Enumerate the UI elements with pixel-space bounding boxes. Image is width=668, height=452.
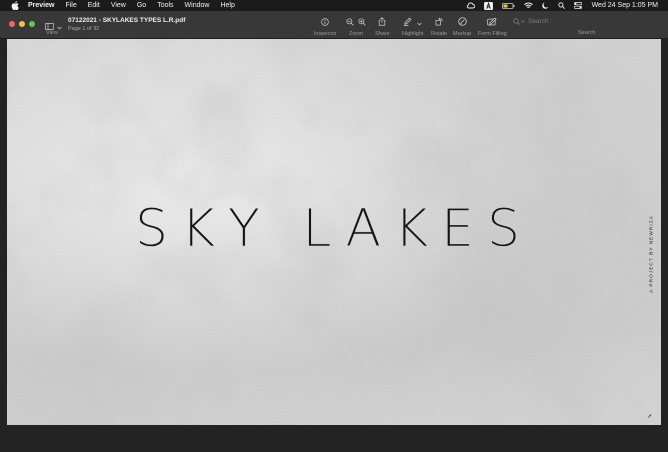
- share-label: Share: [375, 31, 390, 37]
- control-center-icon[interactable]: [573, 2, 582, 9]
- zoom-in-icon[interactable]: [358, 13, 366, 31]
- status-area: Wed 24 Sep 1:05 PM: [457, 0, 668, 11]
- page-indicator: Page 1 of 32: [68, 26, 100, 32]
- battery-icon[interactable]: [501, 2, 515, 9]
- rotate-icon: [435, 16, 443, 27]
- rotate-button[interactable]: Rotate: [431, 16, 447, 37]
- zoom-label: Zoom: [348, 31, 364, 37]
- markup-label: Markup: [453, 31, 472, 37]
- inspector-button[interactable]: Inspector: [314, 16, 337, 37]
- info-icon: [321, 16, 330, 27]
- zoom-out-icon[interactable]: [346, 13, 354, 31]
- focus-moon-icon[interactable]: [541, 2, 549, 9]
- inspector-label: Inspector: [314, 31, 337, 37]
- minimize-window-button[interactable]: [19, 21, 25, 27]
- search-input[interactable]: [525, 18, 598, 25]
- form-filling-icon: [487, 16, 498, 27]
- creative-cloud-icon[interactable]: [466, 2, 475, 9]
- form-filling-button[interactable]: Form Filling: [478, 16, 507, 37]
- menu-tools[interactable]: Tools: [157, 2, 173, 9]
- zoom-control: Zoom: [346, 16, 366, 37]
- markup-button[interactable]: Markup: [453, 16, 471, 37]
- side-credit-text: A PROJECT BY NEWRIZA: [649, 215, 654, 293]
- menu-file[interactable]: File: [65, 2, 76, 9]
- search-field[interactable]: [509, 16, 601, 27]
- search-label: Search: [578, 30, 596, 36]
- markup-pen-icon: [457, 16, 467, 27]
- spotlight-search-icon[interactable]: [557, 2, 565, 9]
- corner-mark-icon: ➚: [647, 414, 653, 420]
- side-credit: A PROJECT BY NEWRIZA: [647, 199, 656, 309]
- chevron-down-icon[interactable]: [417, 13, 422, 31]
- keyboard-input-icon[interactable]: [483, 1, 493, 10]
- close-window-button[interactable]: [9, 21, 15, 27]
- menu-go[interactable]: Go: [137, 2, 146, 9]
- document-viewport[interactable]: SKY LAKES A PROJECT BY NEWRIZA ➚: [0, 39, 668, 452]
- brand-title: SKY LAKES: [134, 199, 534, 259]
- menu-edit[interactable]: Edit: [88, 2, 100, 9]
- menubar-clock[interactable]: Wed 24 Sep 1:05 PM: [592, 2, 658, 9]
- share-button[interactable]: Share: [375, 16, 390, 37]
- menu-preview[interactable]: Preview: [28, 2, 54, 9]
- apple-logo-icon[interactable]: [10, 1, 20, 11]
- fullscreen-window-button[interactable]: [29, 21, 35, 27]
- menu-bar: Preview File Edit View Go Tools Window H…: [0, 0, 668, 11]
- document-title[interactable]: 07122021 - SKYLAKES TYPES L.R.pdf: [68, 17, 185, 24]
- menu-help[interactable]: Help: [220, 2, 234, 9]
- highlight-label: Highlight: [402, 31, 424, 37]
- wifi-icon[interactable]: [523, 2, 533, 9]
- menu-window[interactable]: Window: [185, 2, 210, 9]
- pdf-page: SKY LAKES A PROJECT BY NEWRIZA ➚: [7, 39, 661, 425]
- form-filling-label: Form Filling: [478, 31, 507, 37]
- zoom-icons: [346, 16, 366, 27]
- window-toolbar: View 07122021 - SKYLAKES TYPES L.R.pdf P…: [0, 11, 668, 39]
- share-icon: [378, 16, 386, 27]
- highlight-icons: [403, 16, 422, 27]
- search-icon: [513, 18, 520, 25]
- rotate-label: Rotate: [431, 31, 448, 37]
- highlighter-pen-icon: [403, 13, 412, 31]
- view-label: View: [46, 30, 58, 36]
- menu-view[interactable]: View: [111, 2, 126, 9]
- highlight-button[interactable]: Highlight: [402, 16, 423, 37]
